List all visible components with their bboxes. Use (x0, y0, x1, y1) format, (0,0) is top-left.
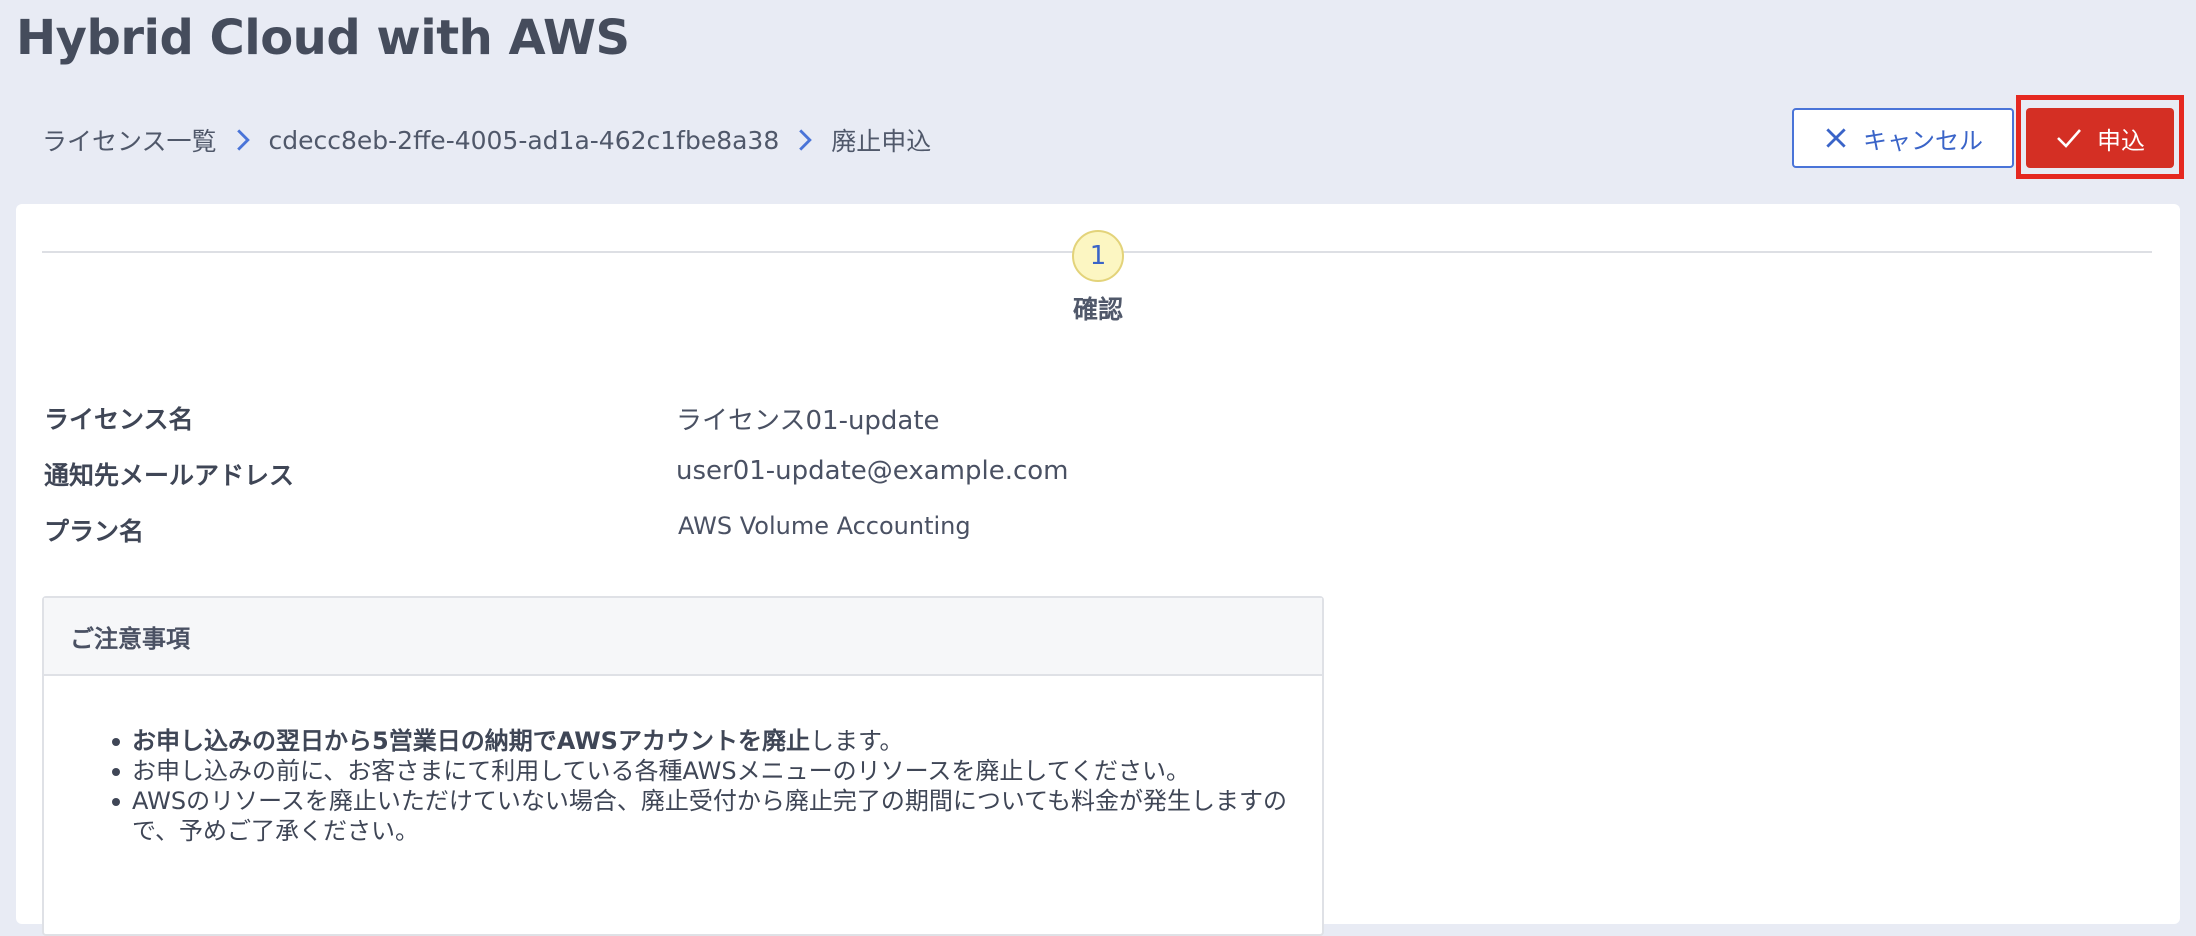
breadcrumb-item-license-list[interactable]: ライセンス一覧 (42, 122, 217, 158)
field-label-plan: プラン名 (44, 517, 145, 546)
step-label: 確認 (1072, 295, 1123, 324)
notice-item: お申し込みの翌日から5営業日の納期でAWSアカウントを廃止します。 (112, 726, 1292, 756)
notice-title: ご注意事項 (44, 598, 1322, 676)
cancel-button[interactable]: キャンセル (1792, 108, 2014, 168)
breadcrumb-item-license-id[interactable]: cdecc8eb-2ffe-4005-ad1a-462c1fbe8a38 (269, 126, 780, 155)
notice-item-text: お申し込みの前に、お客さまにて利用している各種AWSメニューのリソースを廃止して… (132, 757, 1190, 785)
notice-panel: ご注意事項 お申し込みの翌日から5営業日の納期でAWSアカウントを廃止します。 … (42, 596, 1324, 936)
submit-button-label: 申込 (2097, 127, 2145, 155)
close-icon (1826, 128, 1846, 148)
chevron-right-icon (779, 120, 831, 160)
field-label-license-name: ライセンス名 (44, 405, 194, 434)
notice-item-text: します。 (809, 727, 904, 755)
submit-button[interactable]: 申込 (2026, 108, 2174, 168)
step-number: 1 (1072, 230, 1124, 282)
chevron-right-icon (217, 120, 269, 160)
cancel-button-label: キャンセル (1863, 127, 1983, 155)
notice-item-text: AWSのリソースを廃止いただけていない場合、廃止受付から廃止完了の期間についても… (132, 787, 1287, 845)
notice-item: お申し込みの前に、お客さまにて利用している各種AWSメニューのリソースを廃止して… (112, 756, 1292, 786)
field-value-email: user01-update@example.com (676, 456, 1069, 486)
notice-list: お申し込みの翌日から5営業日の納期でAWSアカウントを廃止します。 お申し込みの… (112, 726, 1292, 846)
field-value-license-name: ライセンス01-update (676, 406, 940, 436)
check-icon (2057, 129, 2081, 148)
breadcrumb: ライセンス一覧 cdecc8eb-2ffe-4005-ad1a-462c1fbe… (42, 120, 931, 160)
main-card: 1 確認 ライセンス名 ライセンス01-update 通知先メールアドレス us… (16, 204, 2180, 936)
notice-item: AWSのリソースを廃止いただけていない場合、廃止受付から廃止完了の期間についても… (112, 786, 1292, 846)
field-label-email: 通知先メールアドレス (44, 461, 295, 490)
notice-item-emphasis: お申し込みの翌日から5営業日の納期でAWSアカウントを廃止 (132, 727, 810, 755)
breadcrumb-item-current: 廃止申込 (831, 127, 932, 156)
page-title: Hybrid Cloud with AWS (16, 10, 630, 66)
field-value-plan: AWS Volume Accounting (678, 512, 971, 540)
